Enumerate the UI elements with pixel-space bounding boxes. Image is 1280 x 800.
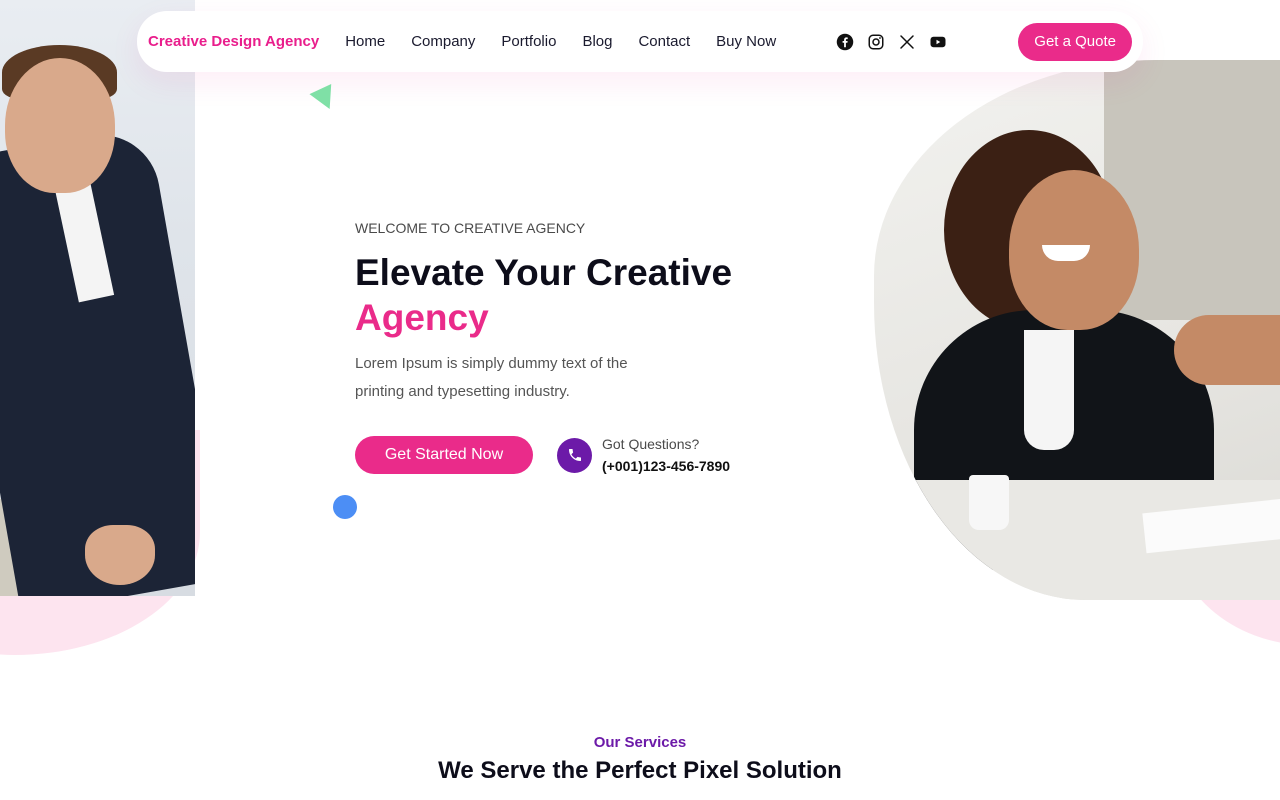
nav-portfolio[interactable]: Portfolio xyxy=(501,33,556,50)
hero-eyebrow: WELCOME TO CREATIVE AGENCY xyxy=(355,220,586,236)
social-links xyxy=(836,33,947,51)
phone-question: Got Questions? xyxy=(602,436,700,452)
hero-photo-right xyxy=(874,60,1280,600)
get-quote-button[interactable]: Get a Quote xyxy=(1018,22,1132,61)
nav-buy-now[interactable]: Buy Now xyxy=(716,33,776,50)
decorative-dot xyxy=(333,495,357,519)
nav-home[interactable]: Home xyxy=(345,33,385,50)
page: Creative Design Agency Home Company Port… xyxy=(0,0,1280,800)
main-nav: Home Company Portfolio Blog Contact Buy … xyxy=(345,33,776,50)
site-header: Creative Design Agency Home Company Port… xyxy=(137,11,1143,72)
facebook-icon[interactable] xyxy=(836,33,854,51)
hero-photo-left xyxy=(0,0,195,596)
nav-blog[interactable]: Blog xyxy=(582,33,612,50)
phone-icon[interactable] xyxy=(557,437,592,473)
hero-section: WELCOME TO CREATIVE AGENCY Elevate Your … xyxy=(355,220,825,474)
hero-title-accent: Agency xyxy=(355,297,489,338)
phone-contact: Got Questions? (+001)123-456-7890 xyxy=(602,436,730,474)
services-title: We Serve the Perfect Pixel Solution xyxy=(438,757,842,784)
instagram-icon[interactable] xyxy=(867,33,885,51)
phone-number[interactable]: (+001)123-456-7890 xyxy=(602,458,730,474)
services-eyebrow: Our Services xyxy=(593,734,687,751)
hero-cta-row: Get Started Now Got Questions? (+001)123… xyxy=(355,436,825,474)
get-started-button[interactable]: Get Started Now xyxy=(355,436,533,474)
decorative-triangle xyxy=(309,83,341,115)
x-icon[interactable] xyxy=(898,33,916,51)
nav-contact[interactable]: Contact xyxy=(638,33,690,50)
youtube-icon[interactable] xyxy=(929,33,947,51)
hero-title: Elevate Your Creative xyxy=(355,252,733,293)
hero-description: Lorem Ipsum is simply dummy text of the … xyxy=(355,355,628,400)
site-logo[interactable]: Creative Design Agency xyxy=(148,33,319,50)
nav-company[interactable]: Company xyxy=(411,33,475,50)
services-section: Our Services We Serve the Perfect Pixel … xyxy=(0,734,1280,785)
